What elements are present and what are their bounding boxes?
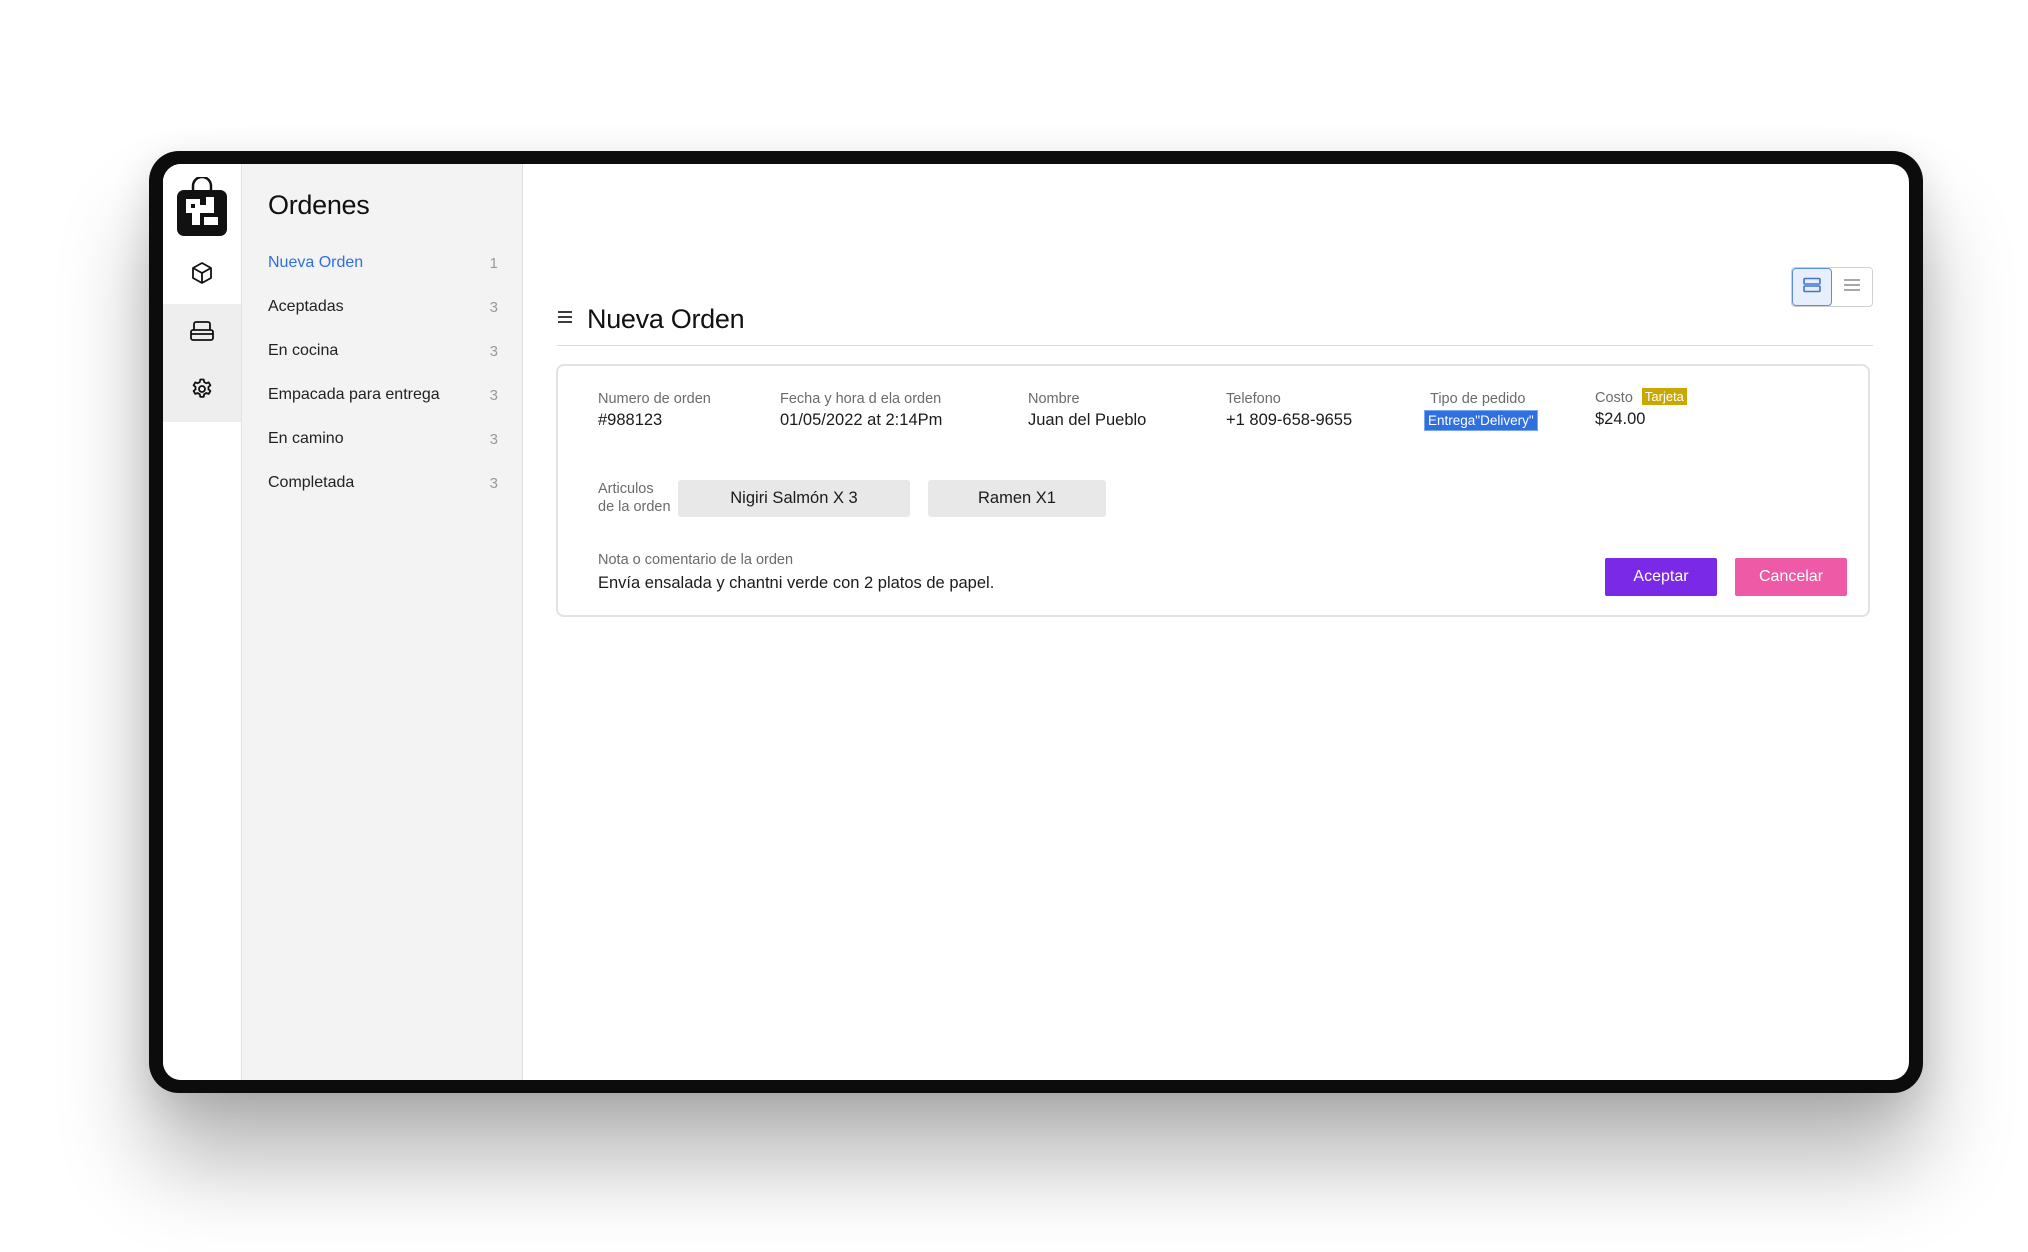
sidebar-item-count: 3 — [489, 298, 498, 316]
cancel-button[interactable]: Cancelar — [1735, 558, 1847, 596]
logo-bag-icon — [176, 175, 228, 237]
customer-name-field: Nombre Juan del Pueblo — [1028, 391, 1146, 430]
sidebar-item-label: Aceptadas — [268, 298, 344, 315]
phone-label: Telefono — [1226, 391, 1281, 407]
sidebar-item-aceptadas[interactable]: Aceptadas 3 — [268, 285, 498, 329]
order-datetime-value: 01/05/2022 at 2:14Pm — [780, 411, 943, 429]
order-note-value: Envía ensalada y chantni verde con 2 pla… — [598, 574, 995, 592]
cost-label-row: Costo Tarjeta — [1595, 388, 1687, 406]
payment-method-badge: Tarjeta — [1641, 388, 1687, 405]
sidebar-item-count: 3 — [489, 386, 498, 404]
cost-field: Costo Tarjeta $24.00 — [1595, 388, 1687, 429]
icon-rail — [163, 164, 242, 1080]
phone-value: +1 809-658-9655 — [1226, 411, 1353, 429]
logo-area — [163, 164, 241, 246]
hamburger-menu-icon[interactable] — [557, 310, 573, 329]
sidebar-item-nueva-orden[interactable]: Nueva Orden 1 — [268, 241, 498, 285]
order-item-chip: Nigiri Salmón X 3 — [678, 480, 910, 517]
order-type-field: Tipo de pedido Entrega"Delivery" — [1424, 391, 1538, 431]
cost-value: $24.00 — [1595, 410, 1646, 428]
order-items-label: Articulos de la orden — [598, 480, 671, 516]
sidebar-item-empacada[interactable]: Empacada para entrega 3 — [268, 373, 498, 417]
sidebar-item-count: 3 — [489, 474, 498, 492]
sidebar-title: Ordenes — [268, 190, 370, 220]
order-datetime-field: Fecha y hora d ela orden 01/05/2022 at 2… — [780, 391, 942, 430]
order-type-label: Tipo de pedido — [1430, 391, 1526, 407]
main-panel: Nueva Orden Numero de orden #988123 Fech… — [523, 164, 1909, 1080]
order-datetime-label: Fecha y hora d ela orden — [780, 391, 942, 407]
sidebar-item-label: Nueva Orden — [268, 254, 364, 271]
order-note-label: Nota o comentario de la orden — [598, 552, 794, 568]
sidebar-item-count: 3 — [489, 430, 498, 448]
order-items-label-line1: Articulos — [598, 481, 654, 497]
sidebar-item-label: En camino — [268, 430, 344, 447]
sidebar-item-en-cocina[interactable]: En cocina 3 — [268, 329, 498, 373]
rail-settings-button[interactable] — [163, 362, 241, 420]
box-icon — [190, 261, 214, 290]
rail-orders-button[interactable] — [163, 304, 241, 362]
customer-name-value: Juan del Pueblo — [1028, 411, 1147, 429]
app-screen: Ordenes Nueva Orden 1 Aceptadas 3 En coc… — [163, 164, 1909, 1080]
order-number-field: Numero de orden #988123 — [598, 391, 711, 430]
sidebar-item-label: Empacada para entrega — [268, 386, 440, 403]
sidebar-item-en-camino[interactable]: En camino 3 — [268, 417, 498, 461]
cost-label: Costo — [1595, 390, 1633, 406]
customer-name-label: Nombre — [1028, 391, 1080, 407]
sidebar-item-label: Completada — [268, 474, 355, 491]
rail-nav — [163, 246, 241, 422]
sidebar-item-completada[interactable]: Completada 3 — [268, 461, 498, 505]
order-type-badge: Entrega"Delivery" — [1424, 410, 1538, 431]
order-item-chip: Ramen X1 — [928, 480, 1106, 517]
sidebar-item-label: En cocina — [268, 342, 339, 359]
device-frame: Ordenes Nueva Orden 1 Aceptadas 3 En coc… — [149, 151, 1923, 1093]
page-header: Nueva Orden — [557, 294, 1873, 346]
page-title: Nueva Orden — [587, 304, 745, 334]
order-items-label-line2: de la orden — [598, 499, 671, 515]
order-number-value: #988123 — [598, 411, 663, 429]
phone-field: Telefono +1 809-658-9655 — [1226, 391, 1352, 430]
sidebar-item-count: 3 — [489, 342, 498, 360]
orders-sidebar: Ordenes Nueva Orden 1 Aceptadas 3 En coc… — [242, 164, 523, 1080]
rail-products-button[interactable] — [163, 246, 241, 304]
gear-icon — [190, 377, 214, 406]
tray-icon — [189, 319, 215, 348]
order-number-label: Numero de orden — [598, 391, 711, 407]
sidebar-item-count: 1 — [489, 254, 498, 272]
order-card: Numero de orden #988123 Fecha y hora d e… — [556, 364, 1870, 617]
accept-button[interactable]: Aceptar — [1605, 558, 1717, 596]
